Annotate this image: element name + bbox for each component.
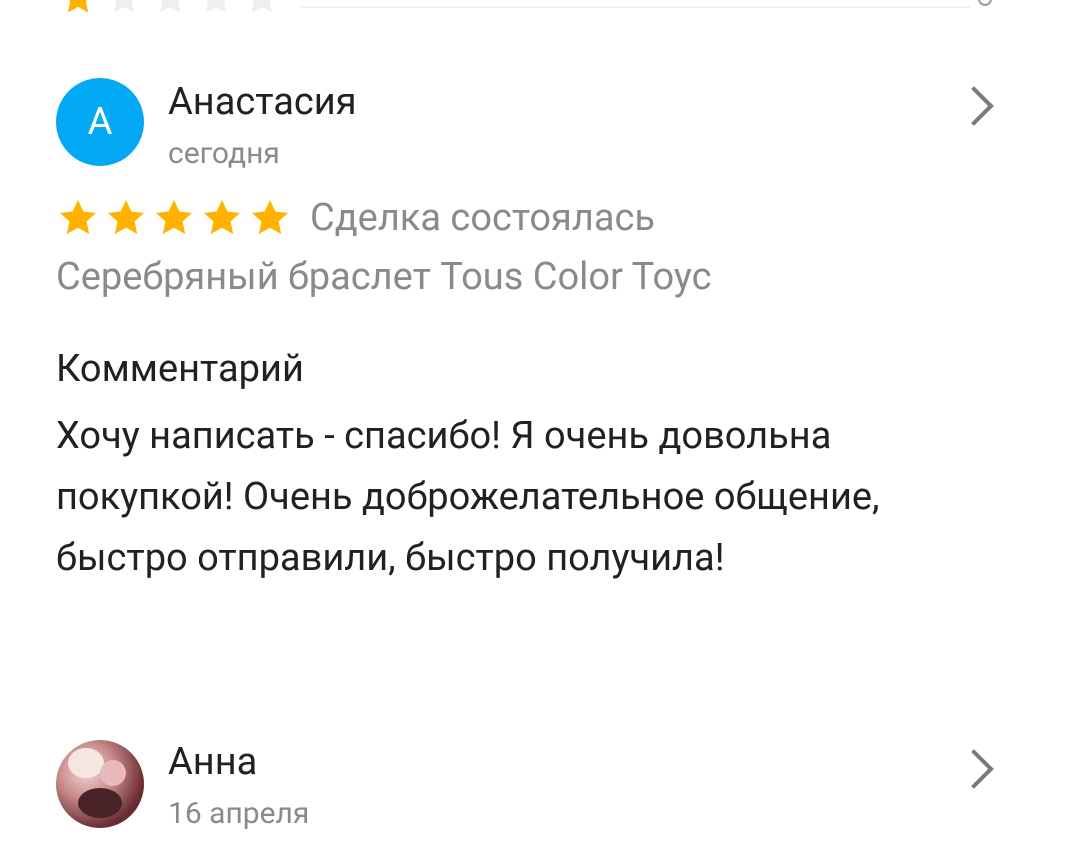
- rating-row: Сделка состоялась: [56, 196, 655, 240]
- avatar-photo-detail: [68, 748, 104, 778]
- author-name: Анна: [168, 740, 258, 784]
- comment-text: Хочу написать - спасибо! Я очень довольн…: [56, 414, 880, 580]
- review-date: 16 апреля: [168, 796, 310, 831]
- previous-review-rating: [58, 0, 282, 18]
- divider: [300, 6, 970, 8]
- star-icon: [56, 196, 100, 240]
- chevron-right-icon[interactable]: [954, 749, 994, 789]
- chevron-right-icon[interactable]: [954, 86, 994, 126]
- rating-stars: [56, 196, 292, 240]
- avatar-photo-detail: [100, 760, 126, 786]
- star-icon: [242, 0, 282, 18]
- star-icon: [196, 0, 236, 18]
- star-icon: [104, 0, 144, 18]
- comment-heading: Комментарий: [56, 347, 304, 391]
- star-icon: [104, 196, 148, 240]
- star-icon: [200, 196, 244, 240]
- review-date: сегодня: [168, 136, 280, 171]
- previous-review-trailing-icon: [978, 0, 992, 6]
- item-title: Серебряный браслет Tous Color Toyc: [56, 255, 712, 299]
- avatar-photo-detail: [78, 788, 122, 818]
- avatar: [56, 740, 144, 828]
- star-icon: [58, 0, 98, 18]
- author-name: Анастасия: [168, 80, 357, 124]
- avatar-letter: А: [87, 100, 113, 144]
- star-icon: [152, 196, 196, 240]
- deal-status: Сделка состоялась: [310, 196, 656, 240]
- avatar: А: [56, 78, 144, 166]
- star-icon: [248, 196, 292, 240]
- star-icon: [150, 0, 190, 18]
